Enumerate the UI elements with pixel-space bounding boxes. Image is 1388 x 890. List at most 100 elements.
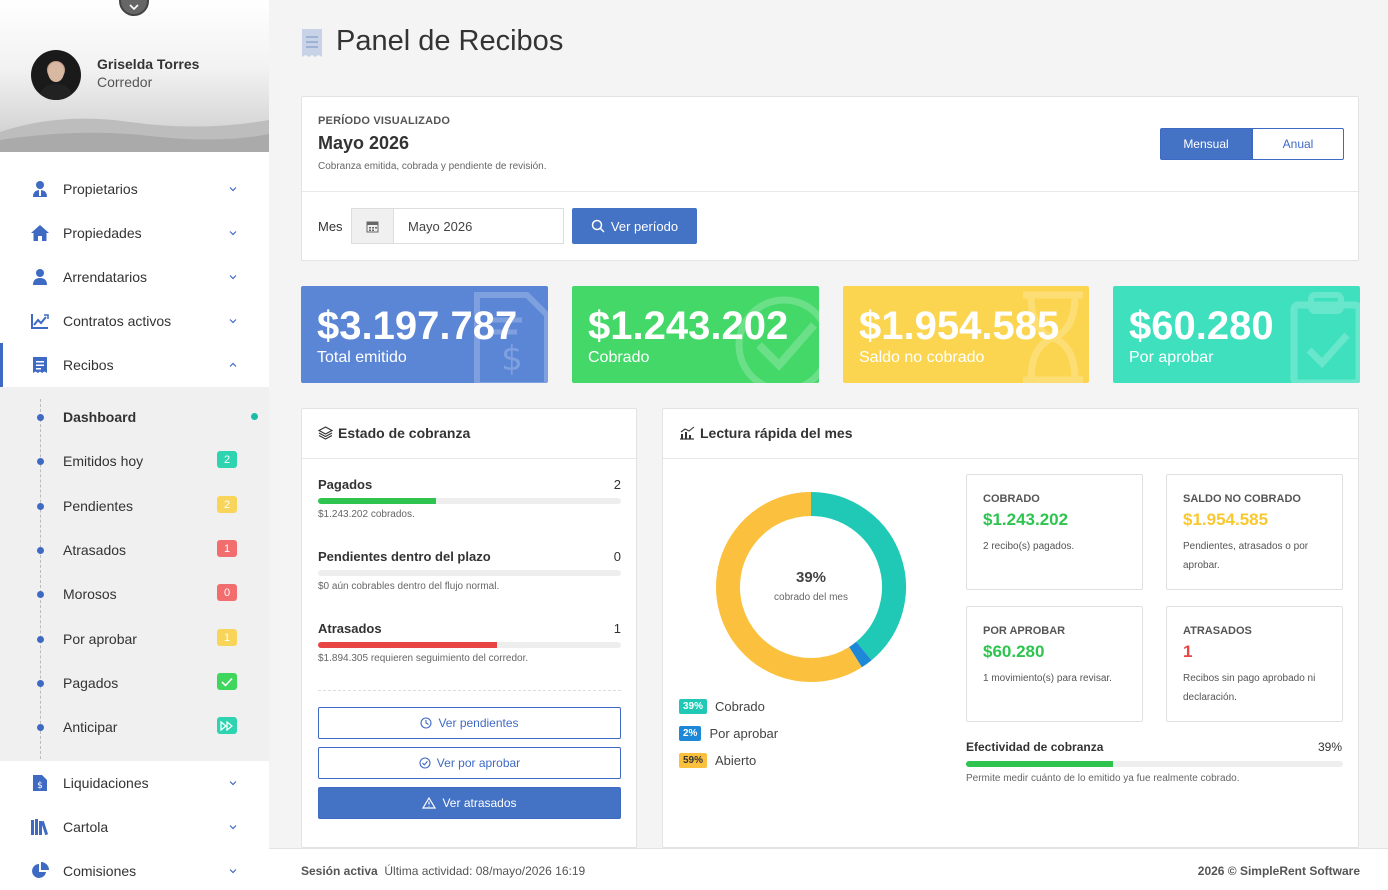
user-role: Corredor <box>97 74 153 90</box>
view-period-button[interactable]: Ver período <box>572 208 697 244</box>
collapse-toggle[interactable] <box>119 0 149 16</box>
check-icon <box>217 673 237 690</box>
active-indicator <box>251 413 258 420</box>
sub-item-atrasados[interactable]: Atrasados 1 <box>0 529 269 573</box>
period-value: Mayo 2026 <box>318 133 410 153</box>
sub-item-pendientes[interactable]: Pendientes 2 <box>0 485 269 529</box>
sub-item-pagados[interactable]: Pagados <box>0 662 269 706</box>
ver-pendientes-button[interactable]: Ver pendientes <box>318 707 621 739</box>
fast-forward-icon <box>217 717 237 734</box>
calendar-icon[interactable] <box>351 208 394 244</box>
legend-label: Abierto <box>715 753 757 768</box>
mini-card-atrasados: ATRASADOS 1 Recibos sin pago aprobado ni… <box>1166 606 1343 722</box>
legend-abierto: 59% Abierto <box>679 753 756 768</box>
chevron-down-icon <box>229 869 237 874</box>
mini-title: SALDO NO COBRADO <box>1183 493 1301 505</box>
chevron-down-icon <box>229 825 237 830</box>
stat-label: Por aprobar <box>1129 349 1214 366</box>
nav-arrendatarios[interactable]: Arrendatarios <box>0 255 269 299</box>
house-icon <box>30 223 50 243</box>
nav-comisiones[interactable]: Comisiones <box>0 849 269 890</box>
toggle-mensual[interactable]: Mensual <box>1160 128 1252 160</box>
ver-por-aprobar-button[interactable]: Ver por aprobar <box>318 747 621 779</box>
clipboard-check-icon <box>1290 292 1360 383</box>
chevron-down-icon <box>129 4 139 10</box>
progress-count: 0 <box>613 549 621 564</box>
sub-item-label: Morosos <box>63 586 117 602</box>
sub-item-por-aprobar[interactable]: Por aprobar 1 <box>0 618 269 662</box>
period-label: PERÍODO VISUALIZADO <box>318 115 451 127</box>
receipt-icon <box>30 355 50 375</box>
pie-icon <box>30 861 50 881</box>
progress-title: Pagados <box>318 477 373 492</box>
sub-item-dashboard[interactable]: Dashboard <box>0 396 269 440</box>
mini-card-cobrado: COBRADO $1.243.202 2 recibo(s) pagados. <box>966 474 1143 590</box>
nav-liquidaciones[interactable]: $ Liquidaciones <box>0 761 269 805</box>
mini-value: $60.280 <box>983 642 1045 661</box>
nav-label: Contratos activos <box>63 313 172 329</box>
avatar[interactable] <box>31 50 81 100</box>
cobranza-donut-chart <box>716 492 906 682</box>
stat-value: $1.243.202 <box>588 304 789 348</box>
donut-center-caption: cobrado del mes <box>774 592 848 603</box>
user-name: Griselda Torres <box>97 56 200 72</box>
recibos-submenu: Dashboard Emitidos hoy 2 Pendientes 2 At… <box>0 387 269 761</box>
check-circle-icon <box>419 757 431 769</box>
count-badge: 1 <box>217 540 237 557</box>
sub-item-label: Emitidos hoy <box>63 453 144 469</box>
session-label: Sesión activa <box>301 864 378 878</box>
period-card: PERÍODO VISUALIZADO Mayo 2026 Cobranza e… <box>301 96 1360 261</box>
month-label: Mes <box>318 219 343 234</box>
efectividad-title: Efectividad de cobranza <box>966 740 1104 754</box>
svg-text:$: $ <box>37 781 43 791</box>
month-input[interactable]: Mayo 2026 <box>393 208 564 244</box>
view-period-label: Ver período <box>610 218 679 234</box>
user-icon <box>30 267 50 287</box>
progress-title: Atrasados <box>318 621 382 636</box>
mini-desc: 2 recibo(s) pagados. <box>983 541 1075 552</box>
donut-center-value: 39% <box>795 569 827 586</box>
estado-title-row: Estado de cobranza <box>318 425 470 441</box>
nav-contratos[interactable]: Contratos activos <box>0 299 269 343</box>
toggle-anual[interactable]: Anual <box>1252 128 1344 160</box>
progress-fill <box>318 498 437 504</box>
sub-item-anticipar[interactable]: Anticipar <box>0 706 269 750</box>
nav-recibos[interactable]: Recibos <box>0 343 269 387</box>
books-icon <box>30 817 50 837</box>
stat-label: Total emitido <box>317 349 407 366</box>
nav-cartola[interactable]: Cartola <box>0 805 269 849</box>
donut-slice-por-aprobar <box>848 641 872 668</box>
stat-cobrado: $1.243.202 Cobrado <box>572 286 819 383</box>
stat-value: $60.280 <box>1129 304 1274 348</box>
legend-badge: 39% <box>679 699 708 714</box>
sub-item-label: Anticipar <box>63 719 118 735</box>
receipt-icon <box>302 29 322 57</box>
sub-item-morosos[interactable]: Morosos 0 <box>0 573 269 617</box>
mini-card-saldo: SALDO NO COBRADO $1.954.585 Pendientes, … <box>1166 474 1343 590</box>
nav-propiedades[interactable]: Propiedades <box>0 211 269 255</box>
mini-desc: 1 movimiento(s) para revisar. <box>983 673 1112 684</box>
ver-atrasados-button[interactable]: Ver atrasados <box>318 787 621 819</box>
mini-value: $1.954.585 <box>1183 510 1269 529</box>
sub-item-emitidos-hoy[interactable]: Emitidos hoy 2 <box>0 440 269 484</box>
landscape-decoration <box>0 118 269 152</box>
nav-label: Liquidaciones <box>63 775 149 791</box>
legend-badge: 2% <box>679 726 702 741</box>
stat-saldo-no-cobrado: $1.954.585 Saldo no cobrado <box>843 286 1089 383</box>
chart-icon <box>680 426 695 440</box>
progress-pendientes: Pendientes dentro del plazo 0 $0 aún cob… <box>318 549 621 592</box>
chevron-up-icon <box>229 362 237 367</box>
nav-propietarios[interactable]: Propietarios <box>0 167 269 211</box>
count-badge: 2 <box>217 451 237 468</box>
nav-label: Recibos <box>63 357 114 373</box>
nav-label: Cartola <box>63 819 109 835</box>
contract-icon <box>30 311 50 331</box>
sub-item-label: Pagados <box>63 675 119 691</box>
stat-label: Saldo no cobrado <box>859 349 985 366</box>
estado-title: Estado de cobranza <box>338 425 471 441</box>
estado-cobranza-card: Estado de cobranza Pagados 2 $1.243.202 … <box>301 408 637 848</box>
button-label: Ver por aprobar <box>436 756 521 770</box>
stat-value: $3.197.787 <box>317 304 518 348</box>
sub-item-label: Por aprobar <box>63 631 137 647</box>
nav-label: Propiedades <box>63 225 142 241</box>
